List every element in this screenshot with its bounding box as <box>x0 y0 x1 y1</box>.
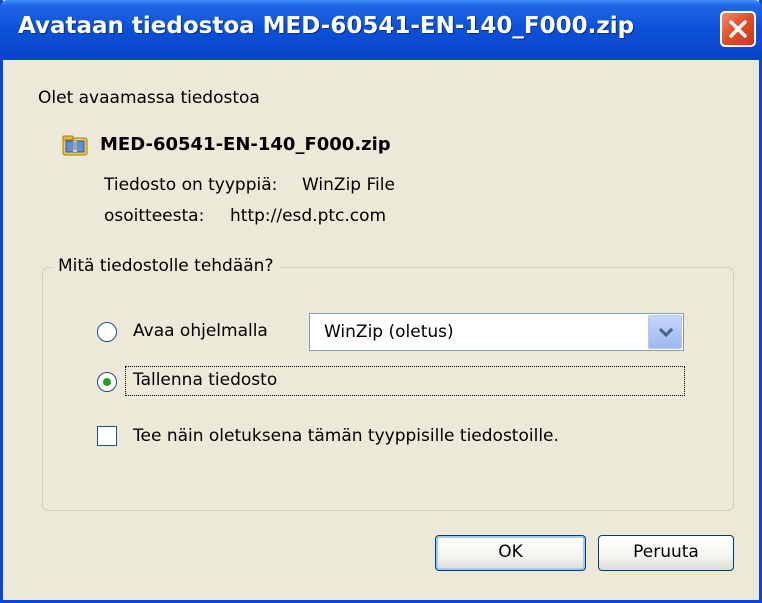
remember-checkbox[interactable] <box>97 426 117 446</box>
ok-button[interactable]: OK <box>435 535 586 571</box>
file-type-label: Tiedosto on tyyppiä: <box>104 175 278 195</box>
open-with-app-select[interactable]: WinZip (oletus) <box>309 313 684 351</box>
file-source-value: http://esd.ptc.com <box>230 206 387 226</box>
close-icon <box>729 20 747 38</box>
open-with-app-value: WinZip (oletus) <box>324 322 454 342</box>
title-bar[interactable]: Avataan tiedostoa MED-60541-EN-140_F000.… <box>0 0 762 60</box>
file-source-label: osoitteesta: <box>104 206 205 226</box>
dropdown-button[interactable] <box>648 315 682 349</box>
open-with-radio[interactable] <box>97 322 117 342</box>
open-with-label[interactable]: Avaa ohjelmalla <box>133 321 268 341</box>
chevron-down-icon <box>659 327 673 338</box>
radio-selected-dot <box>103 378 111 386</box>
window-title: Avataan tiedostoa MED-60541-EN-140_F000.… <box>18 13 635 39</box>
file-name: MED-60541-EN-140_F000.zip <box>100 134 391 155</box>
cancel-button[interactable]: Peruuta <box>598 535 734 571</box>
intro-text: Olet avaamassa tiedostoa <box>38 88 260 108</box>
save-file-radio[interactable] <box>97 372 117 392</box>
save-file-label[interactable]: Tallenna tiedosto <box>133 370 277 390</box>
zip-file-icon <box>62 135 88 156</box>
close-button[interactable] <box>720 11 756 47</box>
file-type-value: WinZip File <box>302 175 395 195</box>
remember-label[interactable]: Tee näin oletuksena tämän tyyppisille ti… <box>133 426 559 446</box>
action-group-legend: Mitä tiedostolle tehdään? <box>52 256 280 276</box>
